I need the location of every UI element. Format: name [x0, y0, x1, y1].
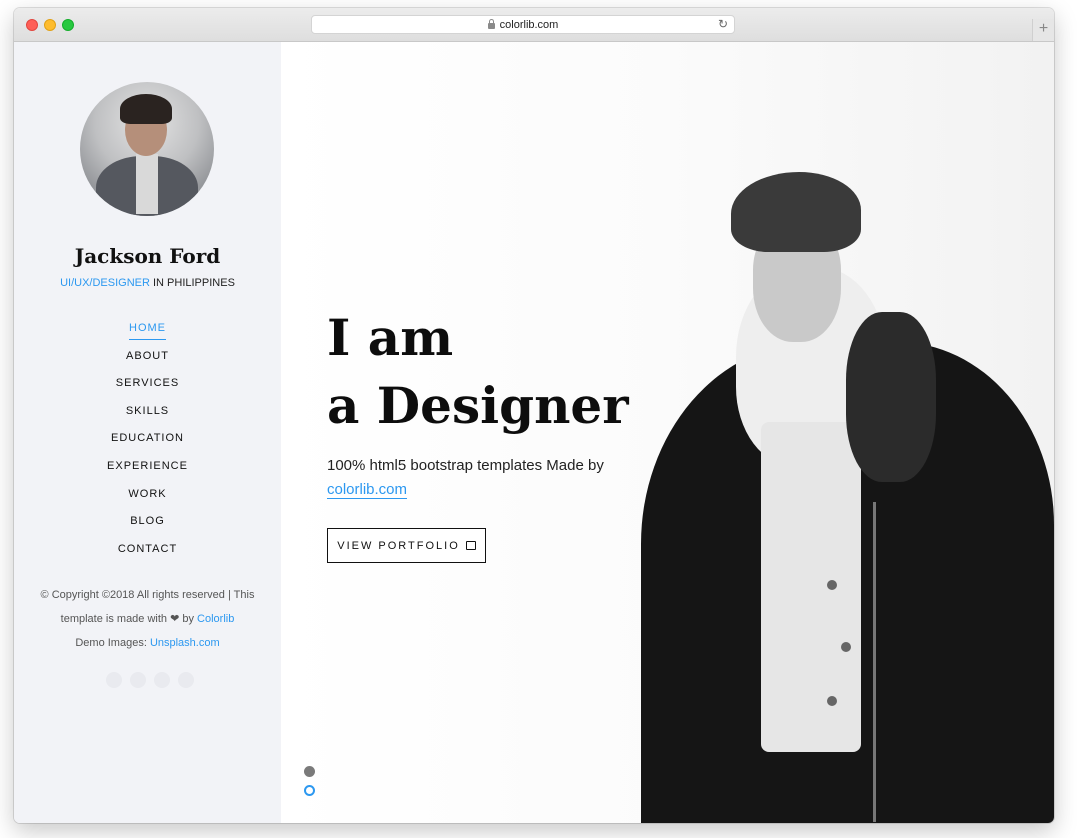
nav-item-skills[interactable]: SKILLS — [14, 401, 281, 429]
hero-subtitle: 100% html5 bootstrap templates Made by c… — [327, 457, 604, 499]
copyright-text: © Copyright ©2018 All rights reserved | … — [24, 583, 271, 655]
role-accent: UI/UX/DESIGNER — [60, 277, 150, 289]
new-tab-button[interactable]: + — [1032, 19, 1054, 41]
minimize-window-button[interactable] — [44, 19, 56, 31]
hero-image — [641, 172, 1054, 823]
images-credit-line: Demo Images: Unsplash.com — [75, 637, 220, 649]
nav-item-work[interactable]: WORK — [14, 484, 281, 512]
nav-item-services[interactable]: SERVICES — [14, 373, 281, 401]
linkedin-icon[interactable] — [178, 672, 194, 688]
nav-item-education[interactable]: EDUCATION — [14, 428, 281, 456]
profile-name: Jackson Ford — [74, 244, 221, 268]
slider-dot-2[interactable] — [304, 785, 315, 796]
view-portfolio-button[interactable]: VIEW PORTFOLIO — [327, 528, 486, 563]
sidebar-nav: HOME ABOUT SERVICES SKILLS EDUCATION EXP… — [14, 318, 281, 566]
browser-window: colorlib.com ↻ + Jackson Ford UI/UX/DESI… — [14, 8, 1054, 823]
social-links — [106, 672, 196, 692]
reload-icon[interactable]: ↻ — [718, 17, 728, 31]
sidebar: Jackson Ford UI/UX/DESIGNER IN PHILIPPIN… — [14, 42, 281, 823]
hero-headline: I am a Designer — [327, 308, 629, 435]
briefcase-icon — [465, 541, 476, 550]
zoom-window-button[interactable] — [62, 19, 74, 31]
colorlib-link[interactable]: Colorlib — [197, 613, 234, 625]
close-window-button[interactable] — [26, 19, 38, 31]
address-bar[interactable]: colorlib.com ↻ — [311, 15, 735, 34]
nav-item-about[interactable]: ABOUT — [14, 346, 281, 374]
colorlib-hero-link[interactable]: colorlib.com — [327, 481, 408, 499]
browser-titlebar: colorlib.com ↻ + — [14, 8, 1054, 42]
url-text: colorlib.com — [499, 18, 559, 31]
nav-item-blog[interactable]: BLOG — [14, 511, 281, 539]
hero-section: I am a Designer 100% html5 bootstrap temp… — [281, 42, 1054, 823]
slider-dot-1[interactable] — [304, 766, 315, 777]
instagram-icon[interactable] — [154, 672, 170, 688]
credit-line: template is made with ❤ by Colorlib — [60, 613, 235, 625]
twitter-icon[interactable] — [130, 672, 146, 688]
profile-role: UI/UX/DESIGNER IN PHILIPPINES — [14, 277, 281, 289]
role-location: IN PHILIPPINES — [149, 277, 235, 289]
lock-icon — [487, 18, 495, 29]
facebook-icon[interactable] — [106, 672, 122, 688]
nav-item-home[interactable]: HOME — [14, 318, 281, 346]
view-portfolio-label: VIEW PORTFOLIO — [337, 539, 460, 552]
unsplash-link[interactable]: Unsplash.com — [150, 637, 220, 649]
copyright-line: © Copyright ©2018 All rights reserved | … — [40, 589, 255, 601]
nav-item-experience[interactable]: EXPERIENCE — [14, 456, 281, 484]
nav-item-contact[interactable]: CONTACT — [14, 539, 281, 567]
avatar — [80, 82, 214, 216]
